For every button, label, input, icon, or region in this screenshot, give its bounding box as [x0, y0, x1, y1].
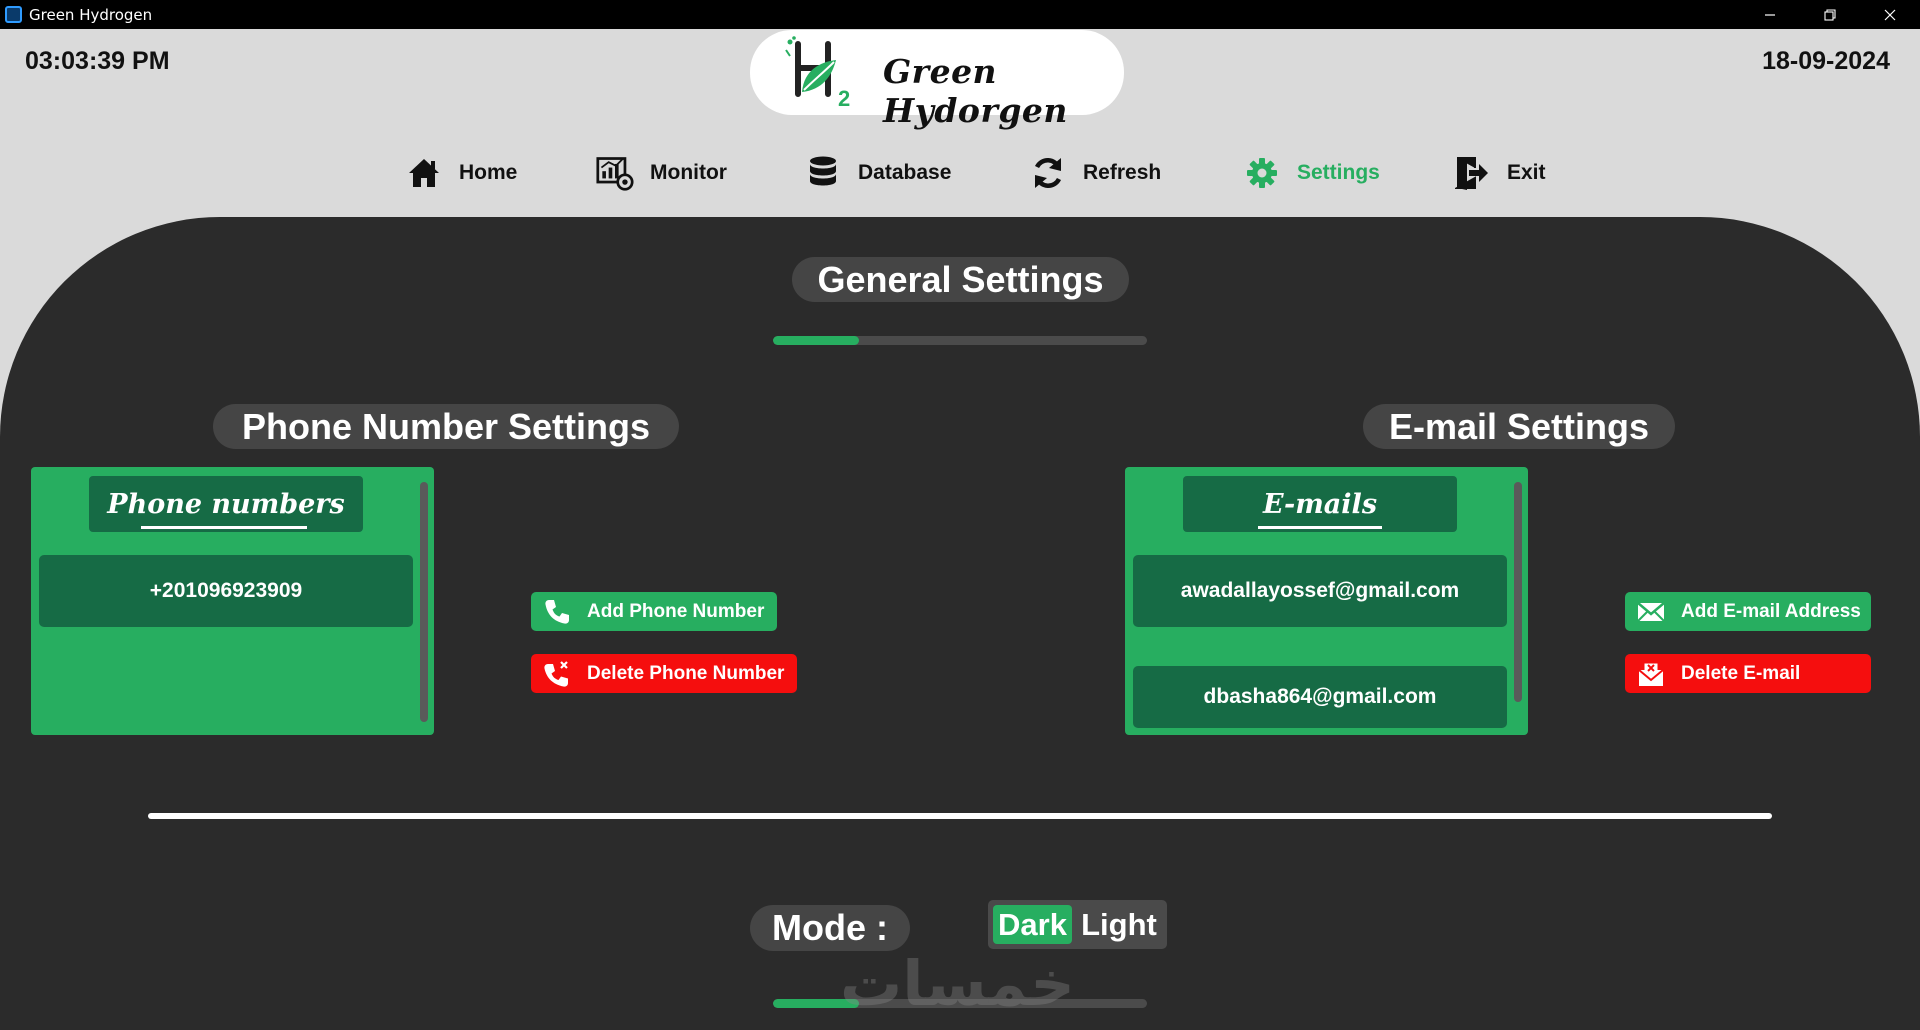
phone-settings-title: Phone Number Settings	[213, 404, 679, 449]
delete-phone-button[interactable]: Delete Phone Number	[531, 654, 797, 693]
phone-list-header: Phone numbers	[89, 476, 363, 532]
email-settings-title: E-mail Settings	[1363, 404, 1675, 449]
phone-header-underline	[141, 526, 307, 529]
email-header-underline	[1258, 526, 1382, 529]
nav-refresh-label: Refresh	[1083, 161, 1162, 184]
nav-home[interactable]: Home	[405, 150, 517, 196]
svg-text:2: 2	[838, 86, 850, 110]
email-list[interactable]: E-mails awadallayossef@gmail.com dbasha8…	[1125, 467, 1528, 735]
add-phone-button[interactable]: Add Phone Number	[531, 592, 777, 631]
phone-delete-icon	[541, 658, 573, 690]
envelope-delete-icon	[1635, 658, 1667, 690]
nav-settings[interactable]: Settings	[1243, 150, 1380, 196]
delete-phone-label: Delete Phone Number	[587, 662, 785, 684]
nav-database[interactable]: Database	[804, 150, 951, 196]
window-title: Green Hydrogen	[29, 5, 153, 24]
envelope-icon	[1635, 596, 1667, 628]
delete-email-button[interactable]: Delete E-mail	[1625, 654, 1871, 693]
mode-light-option[interactable]: Light	[1076, 905, 1162, 944]
gear-icon	[1243, 154, 1281, 192]
nav-home-label: Home	[459, 161, 518, 184]
phone-list-scrollbar[interactable]	[420, 482, 428, 722]
email-list-header-label: E-mails	[1262, 488, 1378, 520]
section-divider	[148, 813, 1772, 819]
delete-email-label: Delete E-mail	[1681, 662, 1801, 684]
email-list-item[interactable]: awadallayossef@gmail.com	[1133, 555, 1507, 627]
minimize-icon[interactable]	[1740, 0, 1800, 29]
general-settings-title: General Settings	[792, 257, 1129, 302]
exit-icon	[1453, 154, 1491, 192]
window-controls	[1740, 0, 1920, 29]
hydrogen-leaf-icon: 2	[785, 36, 850, 110]
clock-display: 03:03:39 PM	[25, 47, 170, 75]
mode-toggle[interactable]: Dark Light	[988, 900, 1167, 949]
main-nav: Home Monitor Database Refresh Settings E…	[0, 150, 1920, 196]
close-icon[interactable]	[1860, 0, 1920, 29]
date-display: 18-09-2024	[1762, 47, 1890, 75]
monitor-icon	[596, 154, 634, 192]
email-list-header: E-mails	[1183, 476, 1457, 532]
refresh-icon	[1029, 154, 1067, 192]
restore-icon[interactable]	[1800, 0, 1860, 29]
settings-progress-fill	[773, 336, 860, 345]
database-icon	[804, 154, 842, 192]
app-logo: 2 Green Hydorgen	[750, 30, 1124, 130]
phone-list[interactable]: Phone numbers +201096923909	[31, 467, 434, 735]
phone-list-item[interactable]: +201096923909	[39, 555, 413, 627]
add-phone-label: Add Phone Number	[587, 600, 765, 622]
home-icon	[405, 154, 443, 192]
nav-exit-label: Exit	[1507, 161, 1546, 184]
nav-settings-label: Settings	[1297, 161, 1380, 184]
email-list-item[interactable]: dbasha864@gmail.com	[1133, 666, 1507, 728]
nav-refresh[interactable]: Refresh	[1029, 150, 1161, 196]
nav-monitor-label: Monitor	[650, 161, 727, 184]
phone-icon	[541, 596, 573, 628]
add-email-button[interactable]: Add E-mail Address	[1625, 592, 1871, 631]
app-icon	[5, 6, 22, 23]
watermark: خمسات	[840, 947, 1075, 1020]
window-titlebar: Green Hydrogen	[0, 0, 1920, 29]
add-email-label: Add E-mail Address	[1681, 600, 1861, 622]
settings-panel: General Settings Phone Number Settings P…	[0, 217, 1920, 1030]
email-list-scrollbar[interactable]	[1514, 482, 1522, 702]
nav-monitor[interactable]: Monitor	[596, 150, 727, 196]
phone-list-header-label: Phone numbers	[107, 488, 345, 520]
mode-label: Mode :	[750, 905, 910, 951]
mode-dark-option[interactable]: Dark	[993, 905, 1072, 944]
settings-progress-bar	[773, 336, 1147, 345]
nav-exit[interactable]: Exit	[1453, 150, 1546, 196]
app-logo-text: Green Hydorgen	[883, 52, 1068, 130]
nav-database-label: Database	[858, 161, 952, 184]
